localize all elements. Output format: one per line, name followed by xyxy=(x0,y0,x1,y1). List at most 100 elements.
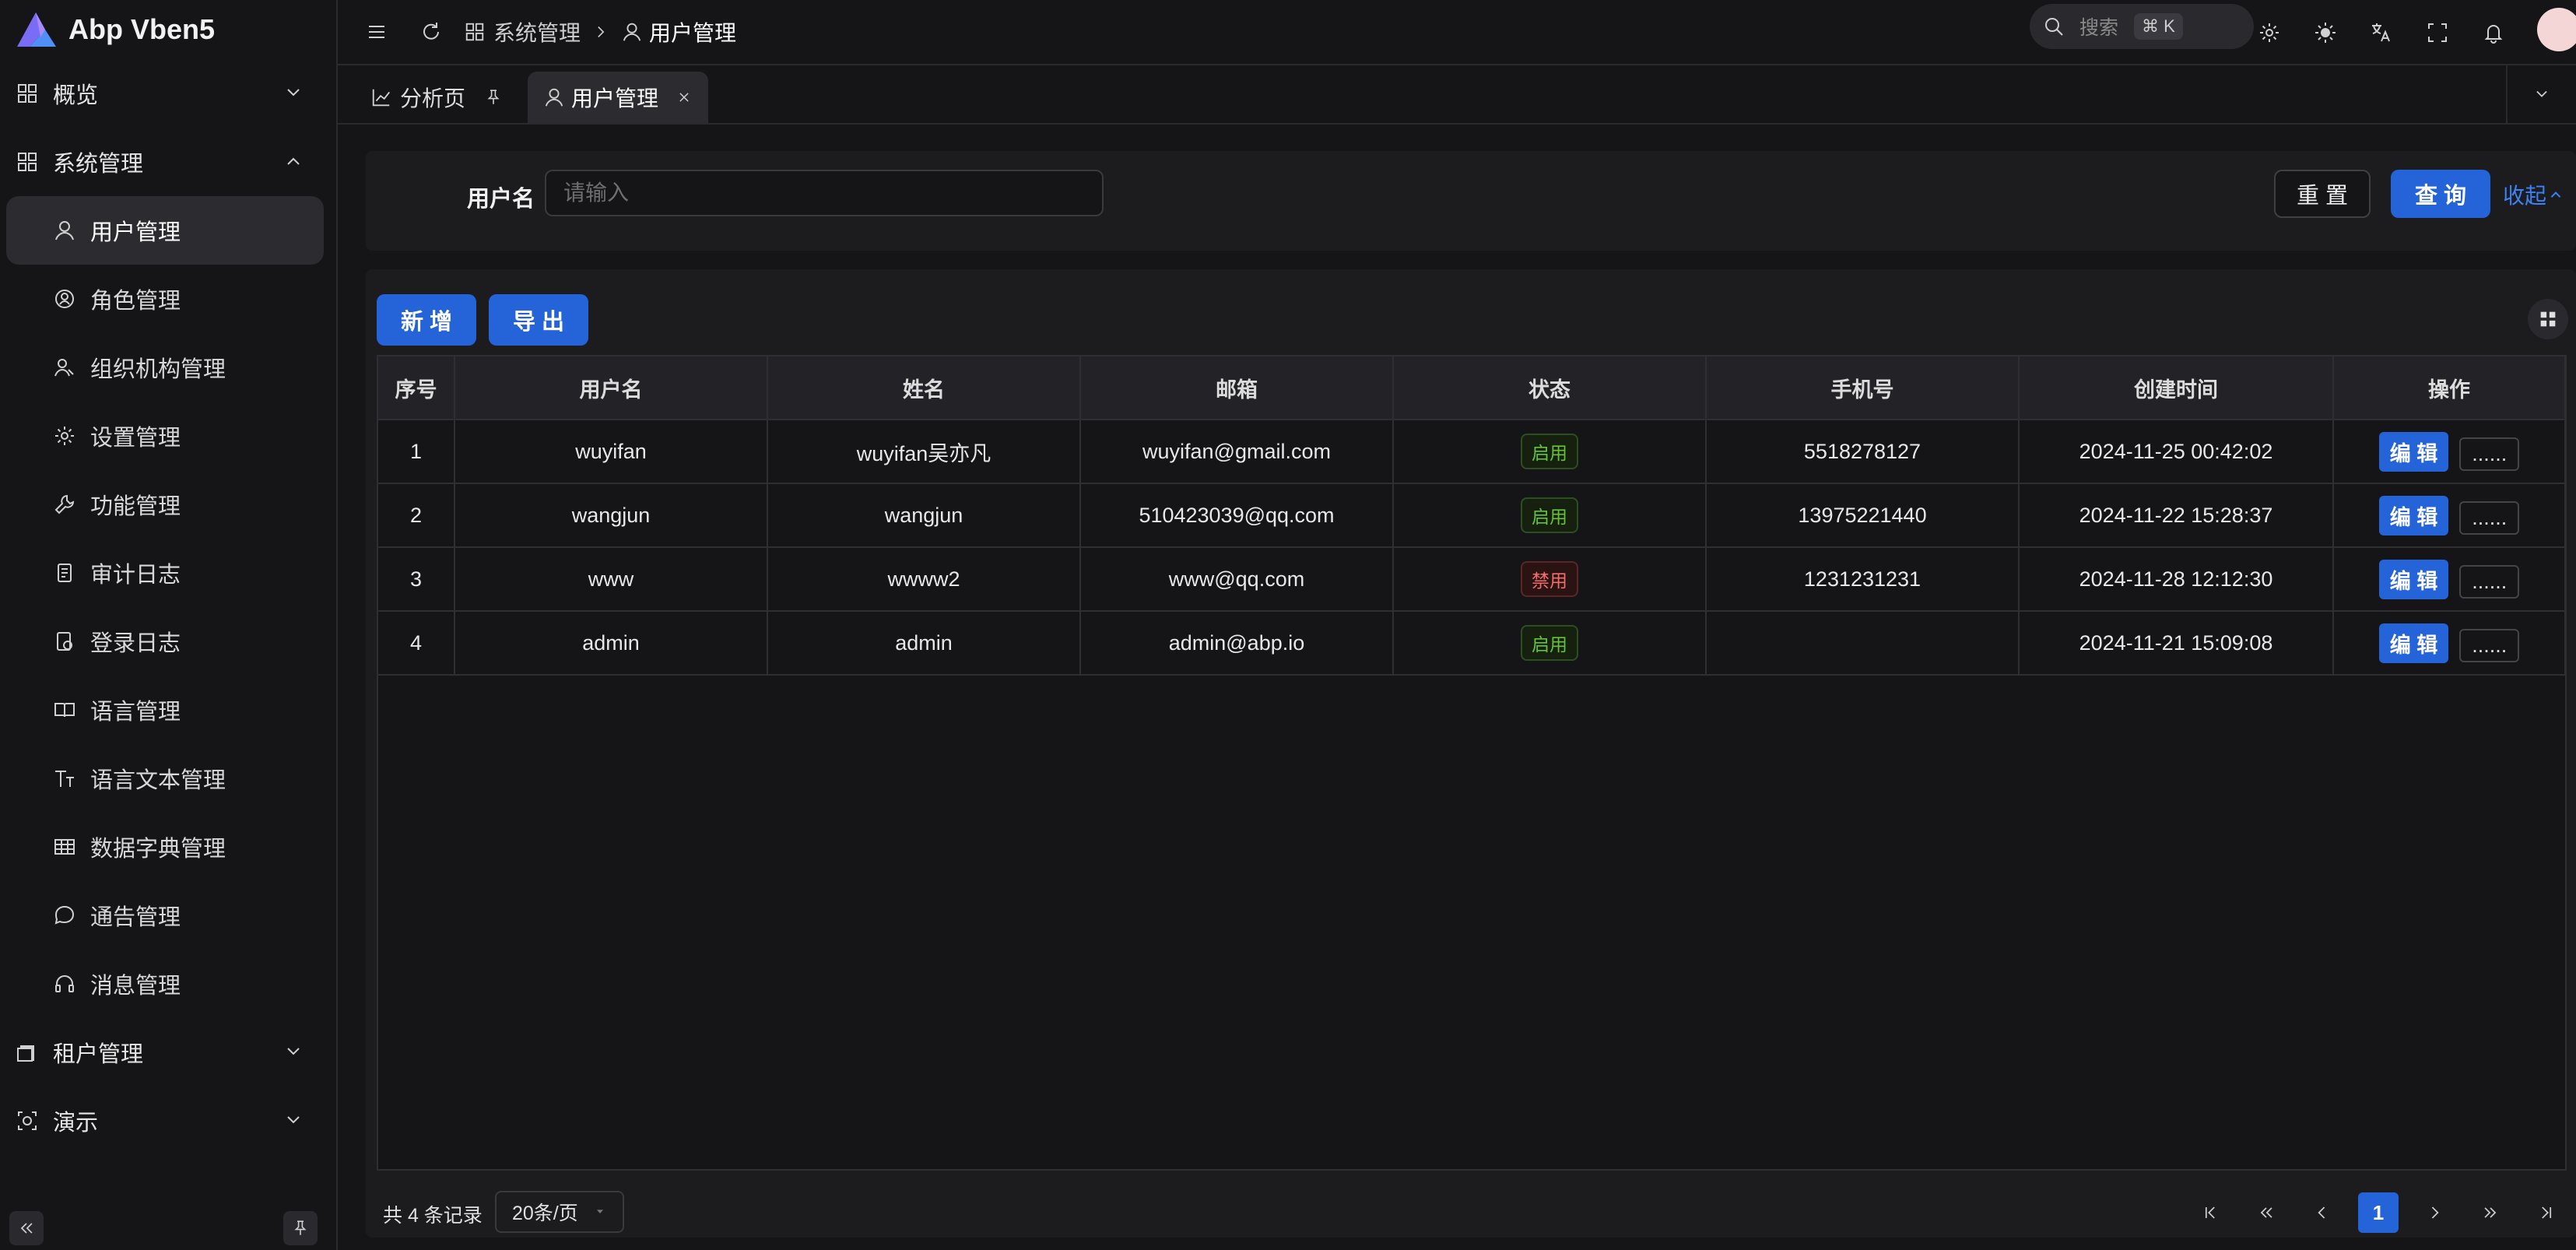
add-button[interactable]: 新 增 xyxy=(377,294,476,346)
sidebar-item-role[interactable]: 角色管理 xyxy=(0,265,336,333)
col-phone[interactable]: 手机号 xyxy=(1706,356,2020,420)
language-button[interactable] xyxy=(2367,19,2395,47)
menu-toggle-button[interactable] xyxy=(363,18,391,46)
col-index[interactable]: 序号 xyxy=(378,356,455,420)
notification-button[interactable] xyxy=(2479,19,2508,47)
collapse-filter-link[interactable]: 收起 xyxy=(2503,179,2565,210)
sidebar-item-language[interactable]: 语言管理 xyxy=(0,676,336,744)
cell-actions: 编 辑...... xyxy=(2333,611,2566,676)
col-name[interactable]: 姓名 xyxy=(767,356,1081,420)
sidebar-group-demo[interactable]: 演示 xyxy=(0,1087,336,1155)
cell-username: wangjun xyxy=(454,483,768,548)
org-icon xyxy=(53,356,76,379)
close-icon[interactable] xyxy=(676,89,693,106)
page-size-select[interactable]: 20条/页 xyxy=(495,1191,624,1233)
sidebar-group-tenant[interactable]: 租户管理 xyxy=(0,1018,336,1087)
more-button[interactable]: ...... xyxy=(2459,564,2520,599)
fullscreen-button[interactable] xyxy=(2423,19,2451,47)
table-header-row: 序号 用户名 姓名 邮箱 状态 手机号 创建时间 操作 xyxy=(378,356,2566,420)
sidebar-item-message[interactable]: 消息管理 xyxy=(0,950,336,1018)
sidebar-item-org[interactable]: 组织机构管理 xyxy=(0,333,336,402)
username-input[interactable] xyxy=(545,170,1104,216)
sidebar-item-user[interactable]: 用户管理 xyxy=(6,196,324,265)
jump-next-button[interactable] xyxy=(2470,1192,2511,1233)
pin-sidebar-button[interactable] xyxy=(283,1211,318,1245)
refresh-icon xyxy=(423,23,439,40)
last-page-button[interactable] xyxy=(2526,1192,2567,1233)
more-button[interactable]: ...... xyxy=(2459,437,2520,471)
login-log-icon xyxy=(53,630,76,653)
pin-icon[interactable] xyxy=(484,88,503,107)
status-badge: 启用 xyxy=(1521,497,1578,533)
sidebar-item-dictionary[interactable]: 数据字典管理 xyxy=(0,813,336,881)
table-row[interactable]: 1 wuyifan wuyifan吴亦凡 wuyifan@gmail.com 启… xyxy=(378,420,2566,484)
cell-phone: 13975221440 xyxy=(1706,483,2020,548)
sidebar-item-notice[interactable]: 通告管理 xyxy=(0,881,336,950)
reset-button[interactable]: 重 置 xyxy=(2274,170,2371,218)
grid-icon xyxy=(16,82,39,105)
col-created[interactable]: 创建时间 xyxy=(2019,356,2334,420)
cell-index: 3 xyxy=(378,547,455,612)
more-button[interactable]: ...... xyxy=(2459,628,2520,662)
edit-button[interactable]: 编 辑 xyxy=(2378,623,2449,663)
sidebar-item-audit-log[interactable]: 审计日志 xyxy=(0,539,336,607)
prev-page-button[interactable] xyxy=(2302,1192,2343,1233)
next-page-button[interactable] xyxy=(2414,1192,2455,1233)
logo[interactable]: Abp Vben5 xyxy=(0,0,336,59)
table-row[interactable]: 3 www wwww2 www@qq.com 禁用 1231231231 202… xyxy=(378,547,2566,612)
sidebar-group-overview[interactable]: 概览 xyxy=(0,59,336,128)
sidebar-group-system[interactable]: 系统管理 xyxy=(0,128,336,196)
pager: 1 xyxy=(2182,1192,2567,1233)
chevron-right-icon xyxy=(598,26,605,37)
collapse-sidebar-button[interactable] xyxy=(9,1211,44,1245)
grid-icon xyxy=(16,150,39,174)
export-button[interactable]: 导 出 xyxy=(489,294,588,346)
sidebar-item-settings[interactable]: 设置管理 xyxy=(0,402,336,470)
sidebar-item-language-text[interactable]: 语言文本管理 xyxy=(0,744,336,813)
edit-button[interactable]: 编 辑 xyxy=(2378,559,2449,599)
refresh-button[interactable] xyxy=(417,18,445,46)
app-root: Abp Vben5 概览 系统管理 用户管理 角色管理 组织机构管理 设置管理 xyxy=(0,0,2576,1250)
theme-toggle-button[interactable] xyxy=(2311,19,2339,47)
tab-label: 用户管理 xyxy=(571,86,659,111)
user-icon xyxy=(53,219,76,242)
page-number-current[interactable]: 1 xyxy=(2358,1192,2399,1233)
sidebar-item-feature[interactable]: 功能管理 xyxy=(0,470,336,539)
table-row[interactable]: 2 wangjun wangjun 510423039@qq.com 启用 13… xyxy=(378,483,2566,548)
status-badge: 禁用 xyxy=(1521,561,1578,597)
settings-button[interactable] xyxy=(2255,19,2283,47)
headset-icon xyxy=(53,972,76,995)
col-username[interactable]: 用户名 xyxy=(454,356,768,420)
edit-button[interactable]: 编 辑 xyxy=(2378,495,2449,535)
edit-button[interactable]: 编 辑 xyxy=(2378,431,2449,472)
cell-email: wuyifan@gmail.com xyxy=(1080,420,1394,484)
search-form: 用户名 重 置 查 询 收起 xyxy=(366,151,2576,251)
chevron-up-icon xyxy=(2550,191,2561,198)
more-button[interactable]: ...... xyxy=(2459,500,2520,535)
sidebar-item-login-log[interactable]: 登录日志 xyxy=(0,607,336,676)
avatar[interactable] xyxy=(2537,8,2576,51)
cell-index: 2 xyxy=(378,483,455,548)
status-badge: 启用 xyxy=(1521,625,1578,661)
tab-more-button[interactable] xyxy=(2506,65,2576,123)
sidebar-item-label: 审计日志 xyxy=(90,563,181,588)
logo-icon xyxy=(17,12,56,47)
cell-actions: 编 辑...... xyxy=(2333,547,2566,612)
query-button[interactable]: 查 询 xyxy=(2391,170,2490,218)
tab-analytics[interactable]: 分析页 xyxy=(355,72,518,123)
table-row[interactable]: 4 admin admin admin@abp.io 启用 2024-11-21… xyxy=(378,611,2566,676)
breadcrumb-item[interactable]: 系统管理 xyxy=(493,16,581,47)
collapse-label: 收起 xyxy=(2503,184,2547,208)
cell-phone: 5518278127 xyxy=(1706,420,2020,484)
first-page-button[interactable] xyxy=(2190,1192,2230,1233)
col-status[interactable]: 状态 xyxy=(1393,356,1707,420)
search-box[interactable]: 搜索 ⌘ K xyxy=(2030,4,2254,49)
column-settings-button[interactable] xyxy=(2528,299,2568,339)
double-chevron-left-icon xyxy=(2260,1207,2272,1218)
jump-prev-button[interactable] xyxy=(2246,1192,2286,1233)
cell-email: admin@abp.io xyxy=(1080,611,1394,676)
col-email[interactable]: 邮箱 xyxy=(1080,356,1394,420)
tab-user-management[interactable]: 用户管理 xyxy=(528,72,709,123)
cell-actions: 编 辑...... xyxy=(2333,483,2566,548)
chevron-down-icon xyxy=(287,1116,300,1124)
